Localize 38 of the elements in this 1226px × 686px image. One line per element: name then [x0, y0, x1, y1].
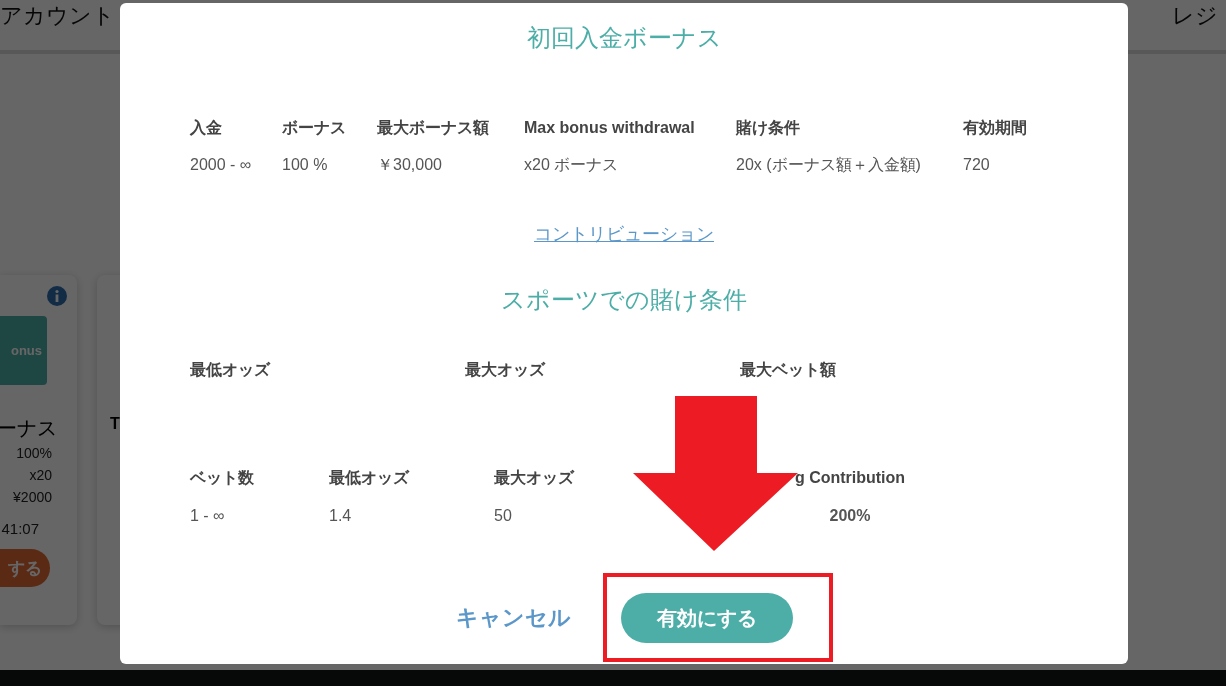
column-header: 賭け条件	[736, 118, 801, 138]
card-value: x20	[29, 466, 52, 485]
column-header: ボーナス	[282, 118, 347, 138]
table-cell-text: 20x (ボーナス額＋入金額)	[736, 155, 922, 175]
card-value: ¥2000	[13, 488, 52, 507]
table-cell-text: 1 - ∞	[190, 506, 226, 526]
table-cell-text: 1.4	[329, 506, 353, 526]
column-header: 最大ボーナス額	[377, 118, 490, 138]
column-header: ベット数	[190, 468, 255, 488]
nav-item[interactable]: アカウント	[0, 1, 115, 31]
column-header: Max bonus withdrawal	[524, 118, 696, 138]
section-title: スポーツでの賭け条件	[501, 285, 747, 315]
nav-item[interactable]: レジ	[1172, 1, 1226, 31]
table-cell-text: x20 ボーナス	[524, 155, 620, 175]
column-header: 最大ベット額	[740, 360, 836, 380]
cancel-button[interactable]: キャンセル	[455, 603, 571, 633]
activate-button[interactable]: 有効にする	[620, 593, 793, 643]
column-header: 最大オッズ	[494, 468, 576, 488]
table-cell-text: 200%	[828, 506, 872, 526]
card-timer: 41:07	[1, 520, 39, 537]
info-icon[interactable]	[47, 286, 67, 306]
card-title: T	[110, 415, 120, 433]
table-cell-text: 100 %	[282, 155, 329, 175]
activate-card-button[interactable]: する	[0, 549, 50, 587]
column-header: 最低オッズ	[329, 468, 411, 488]
column-header: 最大オッズ	[465, 360, 547, 380]
dialog-title: 初回入金ボーナス	[526, 23, 722, 53]
column-header: 有効期間	[963, 118, 1027, 138]
contribution-link[interactable]: コントリビューション	[534, 222, 714, 246]
card-value: 100%	[16, 444, 52, 463]
table-cell-text: 2000 - ∞	[190, 155, 253, 175]
column-header: g Contribution	[793, 468, 907, 488]
column-header: 最低オッズ	[190, 360, 272, 380]
column-header: 入金	[190, 118, 223, 138]
bonus-badge: onus	[0, 315, 47, 385]
table-cell-text: ￥30,000	[377, 155, 443, 175]
table-cell-text: 50	[494, 506, 513, 526]
table-cell-text: 720	[963, 155, 991, 175]
